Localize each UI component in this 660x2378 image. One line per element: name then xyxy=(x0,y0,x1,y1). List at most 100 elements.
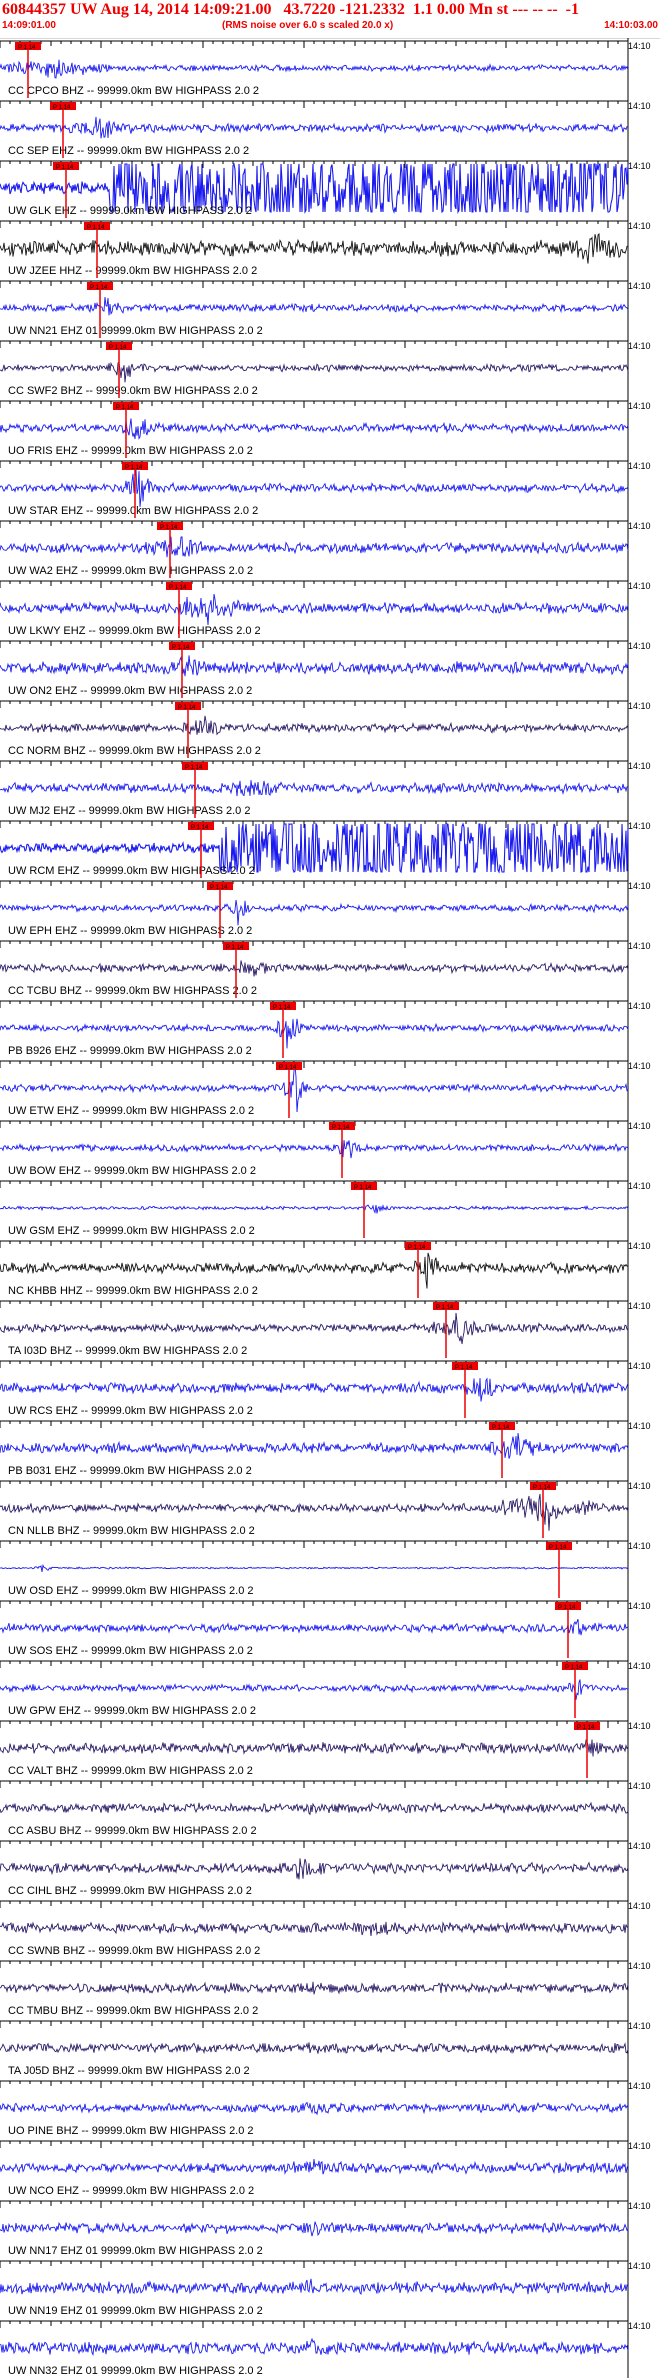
time-axis-label: 14:10 xyxy=(628,341,651,351)
channel-row: 14:10 CC VALT BHZ -- 99999.0km BW HIGHPAS… xyxy=(0,1720,651,1778)
channel-row: 14:10 CC TMBU BHZ -- 99999.0km BW HIGHPAS… xyxy=(0,1960,651,2017)
time-axis-label: 14:10 xyxy=(628,701,651,711)
waveform-trace xyxy=(0,361,629,383)
channel-row: 14:10 CC CIHL BHZ -- 99999.0km BW HIGHPAS… xyxy=(0,1840,651,1897)
channel-row: 14:10 UW GLK EHZ -- 99999.0km BW HIGHPASS… xyxy=(0,160,651,218)
waveform-trace xyxy=(0,1204,629,1214)
channel-label: UW NN19 EHZ 01 99999.0km BW HIGHPASS 2.0… xyxy=(8,2305,263,2317)
waveform-trace xyxy=(0,1921,629,1937)
time-axis-label: 14:10 xyxy=(628,521,651,531)
channel-label: UW OSD EHZ -- 99999.0km BW HIGHPASS 2.0 … xyxy=(8,1585,254,1597)
time-axis-label: 14:10 xyxy=(628,1301,651,1311)
channel-row: 14:10 UW ON2 EHZ -- 99999.0km BW HIGHPASS… xyxy=(0,640,651,698)
pick-label: P 1.14 xyxy=(87,225,105,231)
time-axis-label: 14:10 xyxy=(628,1901,651,1911)
time-axis-label: 14:10 xyxy=(628,2201,651,2211)
waveform-trace xyxy=(0,655,629,677)
channel-row: 14:10 UW STAR EHZ -- 99999.0km BW HIGHPAS… xyxy=(0,460,651,518)
pick-label: P 1.14 xyxy=(56,165,74,171)
pick-label: P 1.14 xyxy=(492,1425,510,1431)
waveform-trace xyxy=(0,960,629,977)
channel-row: 14:10 CC CPCO BHZ -- 99999.0km BW HIGHPAS… xyxy=(0,40,651,98)
time-axis-label: 14:10 xyxy=(628,221,651,231)
channel-row: 14:10 UW WA2 EHZ -- 99999.0km BW HIGHPASS… xyxy=(0,520,651,578)
waveform-trace xyxy=(0,59,629,79)
pick-label: P 1.14 xyxy=(408,1245,426,1251)
pick-label: P 1.14 xyxy=(273,1005,291,1011)
time-axis-label: 14:10 xyxy=(628,2081,651,2091)
time-axis-label: 14:10 xyxy=(628,1421,651,1431)
waveform-trace xyxy=(0,469,629,507)
channel-row: 14:10 UW ETW EHZ -- 99999.0km BW HIGHPASS… xyxy=(0,1060,651,1118)
channel-label: CC SWNB BHZ -- 99999.0km BW HIGHPASS 2.0… xyxy=(8,1945,260,1957)
pick-label: P 1.14 xyxy=(125,465,143,471)
time-axis-label: 14:10 xyxy=(628,821,651,831)
channel-row: 14:10 UW GPW EHZ -- 99999.0km BW HIGHPASS… xyxy=(0,1660,651,1718)
channel-label: UW GPW EHZ -- 99999.0km BW HIGHPASS 2.0 … xyxy=(8,1705,256,1717)
waveform-trace xyxy=(0,1981,629,1995)
waveform-trace xyxy=(0,1138,629,1159)
channel-row: 14:10 UW OSD EHZ -- 99999.0km BW HIGHPASS… xyxy=(0,1540,651,1598)
start-time-label: 14:09:01.00 xyxy=(2,20,56,31)
channel-label: UW NN21 EHZ 01 99999.0km BW HIGHPASS 2.0… xyxy=(8,325,263,337)
pick-label: P 1.14 xyxy=(178,705,196,711)
waveform-trace xyxy=(0,2101,629,2116)
time-axis-label: 14:10 xyxy=(628,881,651,891)
channel-row: 14:10 CC SWNB BHZ -- 99999.0km BW HIGHPAS… xyxy=(0,1900,651,1957)
waveform-trace xyxy=(0,1739,629,1757)
channel-row: 14:10 UO PINE BHZ -- 99999.0km BW HIGHPAS… xyxy=(0,2080,651,2137)
channel-label: CC VALT BHZ -- 99999.0km BW HIGHPASS 2.0… xyxy=(8,1765,253,1777)
channel-row: 14:10 CN NLLB BHZ -- 99999.0km BW HIGHPAS… xyxy=(0,1480,651,1538)
pick-label: P 1.14 xyxy=(436,1305,454,1311)
waveform-trace xyxy=(0,1563,629,1572)
channel-label: UW SOS EHZ -- 99999.0km BW HIGHPASS 2.0 … xyxy=(8,1645,253,1657)
channel-row: 14:10 UW NN19 EHZ 01 99999.0km BW HIGHPAS… xyxy=(0,2260,651,2317)
pick-label: P 1.14 xyxy=(279,1065,297,1071)
pick-label: P 1.14 xyxy=(18,45,36,51)
channel-row: 14:10 PB B031 EHZ -- 99999.0km BW HIGHPAS… xyxy=(0,1420,651,1478)
channel-label: UW RCM EHZ -- 99999.0km BW HIGHPASS 2.0 … xyxy=(8,865,255,877)
pick-label: P 1.14 xyxy=(577,1725,595,1731)
waveform-trace xyxy=(0,780,628,797)
channel-row: 14:10 CC TCBU BHZ -- 99999.0km BW HIGHPAS… xyxy=(0,940,651,998)
channel-label: UW EPH EHZ -- 99999.0km BW HIGHPASS 2.0 … xyxy=(8,925,252,937)
time-axis-label: 14:10 xyxy=(628,461,651,471)
time-axis-label: 14:10 xyxy=(628,1121,651,1131)
time-axis-label: 14:10 xyxy=(628,2021,651,2031)
time-axis-label: 14:10 xyxy=(628,1361,651,1371)
waveform-trace xyxy=(0,1252,629,1289)
channel-row: 14:10 UW NN21 EHZ 01 99999.0km BW HIGHPAS… xyxy=(0,280,651,338)
waveform-trace xyxy=(0,1433,629,1459)
waveform-trace xyxy=(0,418,629,440)
channel-label: UW ON2 EHZ -- 99999.0km BW HIGHPASS 2.0 … xyxy=(8,685,252,697)
time-axis-label: 14:10 xyxy=(628,1601,651,1611)
channel-label: UW GLK EHZ -- 99999.0km BW HIGHPASS 2.0 … xyxy=(8,205,252,217)
channel-label: UW ETW EHZ -- 99999.0km BW HIGHPASS 2.0 … xyxy=(8,1105,254,1117)
time-axis-label: 14:10 xyxy=(628,281,651,291)
time-axis-label: 14:10 xyxy=(628,1481,651,1491)
time-axis-label: 14:10 xyxy=(628,2261,651,2271)
waveform-trace xyxy=(0,899,629,926)
time-axis-label: 14:10 xyxy=(628,641,651,651)
channel-label: PB B031 EHZ -- 99999.0km BW HIGHPASS 2.0… xyxy=(8,1465,252,1477)
channel-label: UW STAR EHZ -- 99999.0km BW HIGHPASS 2.0… xyxy=(8,505,258,517)
waveform-trace xyxy=(0,1858,629,1880)
channel-label: UW NN17 EHZ 01 99999.0km BW HIGHPASS 2.0… xyxy=(8,2245,263,2257)
pick-label: P 1.14 xyxy=(53,105,71,111)
channel-row: 14:10 CC NORM BHZ -- 99999.0km BW HIGHPAS… xyxy=(0,700,651,758)
channel-row: 14:10 UW EPH EHZ -- 99999.0km BW HIGHPASS… xyxy=(0,880,651,938)
pick-label: P 1.14 xyxy=(558,1605,576,1611)
channel-label: UW LKWY EHZ -- 99999.0km BW HIGHPASS 2.0… xyxy=(8,625,261,637)
waveform-trace xyxy=(0,715,629,736)
time-axis-label: 14:10 xyxy=(628,761,651,771)
waveform-trace xyxy=(0,1801,629,1816)
channel-row: 14:10 UW JZEE HHZ -- 99999.0km BW HIGHPAS… xyxy=(0,220,651,278)
pick-label: P 1.14 xyxy=(160,525,178,531)
time-axis-label: 14:10 xyxy=(628,1841,651,1851)
channel-label: UW RCS EHZ -- 99999.0km BW HIGHPASS 2.0 … xyxy=(8,1405,253,1417)
channel-label: NC KHBB HHZ -- 99999.0km BW HIGHPASS 2.0… xyxy=(8,1285,258,1297)
waveform-trace xyxy=(0,233,629,264)
channel-row: 14:10 UW SOS EHZ -- 99999.0km BW HIGHPASS… xyxy=(0,1600,651,1658)
pick-label: P 1.14 xyxy=(226,945,244,951)
channel-row: 14:10 TA I03D BHZ -- 99999.0km BW HIGHPAS… xyxy=(0,1300,651,1358)
